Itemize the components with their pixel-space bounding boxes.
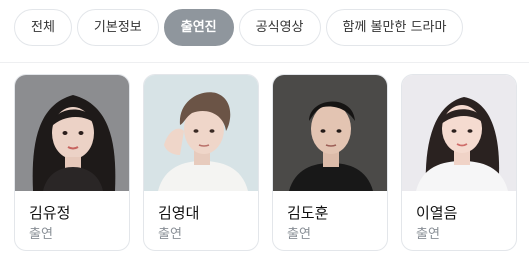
cast-name: 김영대: [158, 204, 200, 222]
cast-card[interactable]: 김유정 출연: [14, 74, 130, 251]
tab-bar: 전체 기본정보 출연진 공식영상 함께 볼만한 드라마: [0, 9, 464, 46]
divider: [0, 62, 529, 63]
tab-cast[interactable]: 출연진: [163, 9, 234, 46]
cast-card[interactable]: 이열음 출연: [401, 74, 517, 251]
cast-card[interactable]: 김도훈 출연: [272, 74, 388, 251]
cast-photo: [15, 75, 129, 191]
cast-name: 이열음: [416, 204, 458, 222]
cast-role: 출연: [416, 227, 440, 242]
cast-photo: [144, 75, 258, 191]
cast-photo: [273, 75, 387, 191]
tab-basic-info[interactable]: 기본정보: [76, 9, 159, 46]
tab-official-videos[interactable]: 공식영상: [238, 9, 321, 46]
cast-photo: [402, 75, 516, 191]
cast-name: 김도훈: [287, 204, 329, 222]
cast-role: 출연: [158, 227, 182, 242]
cast-role: 출연: [29, 227, 53, 242]
tab-related-dramas[interactable]: 함께 볼만한 드라마: [325, 9, 464, 46]
cast-name: 김유정: [29, 204, 71, 222]
cast-list: 김유정 출연 김영대 출연 김도훈 출연 이열음 출연: [14, 74, 517, 251]
cast-card[interactable]: 김영대 출연: [143, 74, 259, 251]
cast-role: 출연: [287, 227, 311, 242]
tab-all[interactable]: 전체: [14, 9, 72, 46]
